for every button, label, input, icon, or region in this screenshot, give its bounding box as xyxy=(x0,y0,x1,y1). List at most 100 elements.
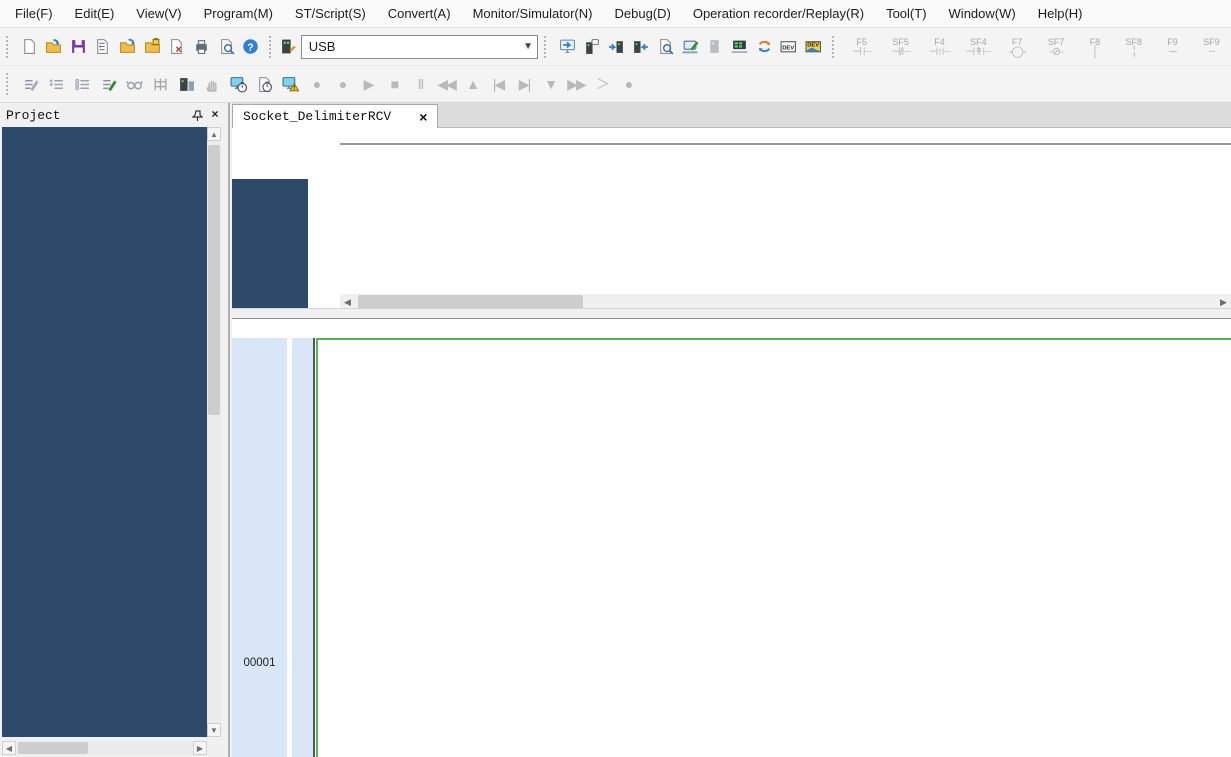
toolbar-grip xyxy=(269,36,276,58)
watch-window-button xyxy=(121,71,147,97)
dev-badge-button[interactable]: DEV xyxy=(776,34,801,60)
device-memory-button[interactable] xyxy=(173,71,199,97)
delete-program-button[interactable]: × xyxy=(164,34,189,60)
toolbar-grip xyxy=(6,36,13,58)
dev-badge2-button[interactable]: DEV xyxy=(801,34,826,60)
read-from-plc-button[interactable] xyxy=(629,34,654,60)
skip-end-icon: ▶▶ xyxy=(567,77,585,91)
menu-operation-recorder-replay[interactable]: Operation recorder/Replay(R) xyxy=(682,0,875,27)
device-comment-list-button xyxy=(43,71,69,97)
menu-st-script[interactable]: ST/Script(S) xyxy=(284,0,377,27)
scroll-right-icon[interactable]: ▶ xyxy=(1216,295,1231,309)
menu-monitor-simulator[interactable]: Monitor/Simulator(N) xyxy=(462,0,604,27)
rung-number: 00001 xyxy=(232,657,287,669)
document-tab-bar: Socket_DelimiterRCV × xyxy=(232,103,1231,128)
step-back-icon: |◀ xyxy=(493,77,503,91)
list2-icon xyxy=(74,76,91,93)
device-monitor-icon xyxy=(178,76,195,93)
new-file-button[interactable] xyxy=(17,34,42,60)
menu-help[interactable]: Help(H) xyxy=(1027,0,1094,27)
open-file-button[interactable] xyxy=(41,34,66,60)
pin-icon[interactable] xyxy=(188,106,206,124)
connection-destination-select[interactable]: USB▼ xyxy=(301,35,538,59)
tab-socket-delimiterrcv[interactable]: Socket_DelimiterRCV × xyxy=(232,104,438,128)
scroll-left-icon[interactable]: ◀ xyxy=(340,295,355,309)
ladder-block-button xyxy=(147,71,173,97)
menu-tool[interactable]: Tool(T) xyxy=(875,0,937,27)
note-edit-button[interactable] xyxy=(95,71,121,97)
pane-splitter[interactable] xyxy=(232,308,1231,318)
help-button[interactable]: ? xyxy=(238,34,263,60)
svg-text:DEV: DEV xyxy=(807,43,819,49)
program-doc-button[interactable] xyxy=(91,34,116,60)
scrollbar-thumb[interactable] xyxy=(208,145,220,415)
page-magnifier-icon xyxy=(657,38,674,55)
project-tree-horizontal-scrollbar[interactable]: ◀ ▶ xyxy=(2,741,207,755)
monitor-alert-button[interactable]: ! xyxy=(277,71,303,97)
ladder-key-sf7-button: SF7-⊘- xyxy=(1037,32,1076,62)
record2-icon: ● xyxy=(339,77,345,91)
arrow-into-device-icon xyxy=(608,38,625,55)
menu-bar: File(F)Edit(E)View(V)Program(M)ST/Script… xyxy=(0,0,1231,28)
menu-window[interactable]: Window(W) xyxy=(938,0,1027,27)
scroll-left-icon[interactable]: ◀ xyxy=(2,741,16,755)
menu-view[interactable]: View(V) xyxy=(125,0,192,27)
ladder-column-header xyxy=(232,319,1231,338)
write-to-plc-button[interactable] xyxy=(604,34,629,60)
monitor-time-button[interactable] xyxy=(225,71,251,97)
list-pencil-icon xyxy=(100,76,117,93)
tab-close-icon[interactable]: × xyxy=(419,109,427,125)
crane-icon xyxy=(204,76,221,93)
menu-program[interactable]: Program(M) xyxy=(193,0,284,27)
folder-import-icon xyxy=(119,38,136,55)
comment-selection-border xyxy=(316,338,318,757)
step-forward-icon: ▶| xyxy=(519,77,529,91)
stop-button: ■ xyxy=(381,71,407,97)
menu-convert[interactable]: Convert(A) xyxy=(377,0,462,27)
rung-number-gutter xyxy=(232,338,287,757)
ladder-key-f9-button: F9─ xyxy=(1153,32,1192,62)
edit-monitor-toolbar: !●●▶■Ⅱ◀◀▲|◀▶|▼▶▶＞● xyxy=(0,66,1231,103)
scroll-down-icon[interactable]: ▼ xyxy=(207,723,221,737)
print-button[interactable] xyxy=(189,34,214,60)
application-window: File(F)Edit(E)View(V)Program(M)ST/Script… xyxy=(0,0,1231,757)
offline-button xyxy=(703,34,728,60)
find-button[interactable] xyxy=(653,34,678,60)
record-button: ● xyxy=(303,71,329,97)
transfer-setup-button[interactable] xyxy=(555,34,580,60)
menu-debug[interactable]: Debug(D) xyxy=(603,0,681,27)
scroll-right-icon[interactable]: ▶ xyxy=(193,741,207,755)
connection-value: USB xyxy=(309,39,336,54)
simulator-button[interactable] xyxy=(727,34,752,60)
ladder-key-sf5-button: SF5⊣/⊢ xyxy=(881,32,920,62)
arrow-out-device-icon xyxy=(632,38,649,55)
project-tree xyxy=(2,127,207,737)
plc-check-button[interactable] xyxy=(579,34,604,60)
plc-connection-icon xyxy=(280,38,297,55)
menu-edit[interactable]: Edit(E) xyxy=(64,0,126,27)
step-number-gutter xyxy=(292,338,313,757)
scrollbar-thumb[interactable] xyxy=(18,742,88,754)
online-edit-button[interactable] xyxy=(678,34,703,60)
down-button: ▼ xyxy=(537,71,563,97)
project-tree-vertical-scrollbar[interactable]: ▲ ▼ xyxy=(207,127,221,737)
scroll-up-icon[interactable]: ▲ xyxy=(207,127,221,141)
convert-sync-button[interactable] xyxy=(752,34,777,60)
trace-doc-button[interactable] xyxy=(251,71,277,97)
import-project-button[interactable] xyxy=(115,34,140,60)
skip-start-button: ◀◀ xyxy=(433,71,459,97)
step-forward-button: ▶| xyxy=(511,71,537,97)
dev-badge-icon: DEV xyxy=(780,38,797,55)
skip-end-button: ▶▶ xyxy=(563,71,589,97)
editor-area: Socket_DelimiterRCV × ◀ ▶ 00001 xyxy=(232,103,1231,757)
standard-toolbar: ×?USB▼DEVDEVF5⊣ ⊢SF5⊣/⊢F4⊣↑⊢SF4⊣↟⊢F7-◯-S… xyxy=(0,28,1231,66)
scrollbar-thumb[interactable] xyxy=(358,295,583,309)
laptop-pencil-icon xyxy=(682,38,699,55)
skip-start-icon: ◀◀ xyxy=(437,77,455,91)
export-project-button[interactable] xyxy=(140,34,165,60)
menu-file[interactable]: File(F) xyxy=(4,0,64,27)
print-preview-button[interactable] xyxy=(214,34,239,60)
close-icon[interactable]: × xyxy=(206,106,224,124)
save-button[interactable] xyxy=(66,34,91,60)
ladder-pencil-icon xyxy=(22,76,39,93)
